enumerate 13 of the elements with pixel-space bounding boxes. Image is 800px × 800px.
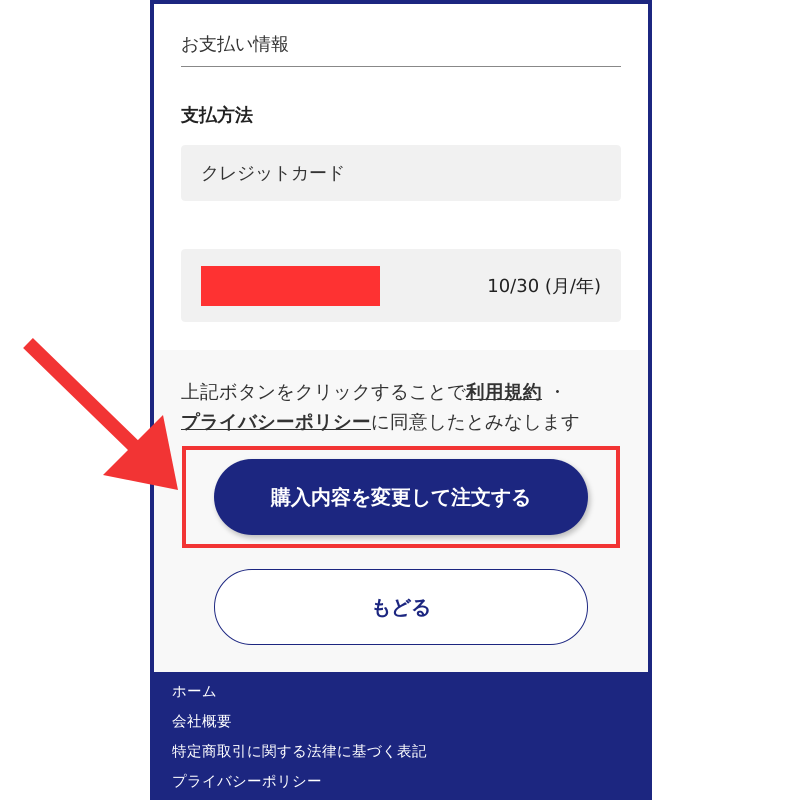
expiry-date: 10/30 (月/年) <box>487 274 601 298</box>
footer-link[interactable]: ホーム <box>172 682 630 702</box>
section-title: お支払い情報 <box>181 32 621 67</box>
payment-method-field: クレジットカード <box>181 145 621 201</box>
payment-method-label: 支払方法 <box>181 104 254 127</box>
consent-notice: 上記ボタンをクリックすることで利用規約 ・ プライバシーポリシーに同意したとみなします <box>181 381 581 435</box>
footer-link[interactable]: 会社概要 <box>172 712 630 732</box>
back-button[interactable]: もどる <box>214 569 588 645</box>
footer-link[interactable]: 特定商取引に関する法律に基づく表記 <box>172 742 630 762</box>
policy-link[interactable]: 利用規約 <box>466 382 542 403</box>
footer-link[interactable]: プライバシーポリシー <box>172 772 630 792</box>
policy-link[interactable]: プライバシーポリシー <box>181 412 371 433</box>
order-button[interactable]: 購入内容を変更して注文する <box>214 459 588 535</box>
